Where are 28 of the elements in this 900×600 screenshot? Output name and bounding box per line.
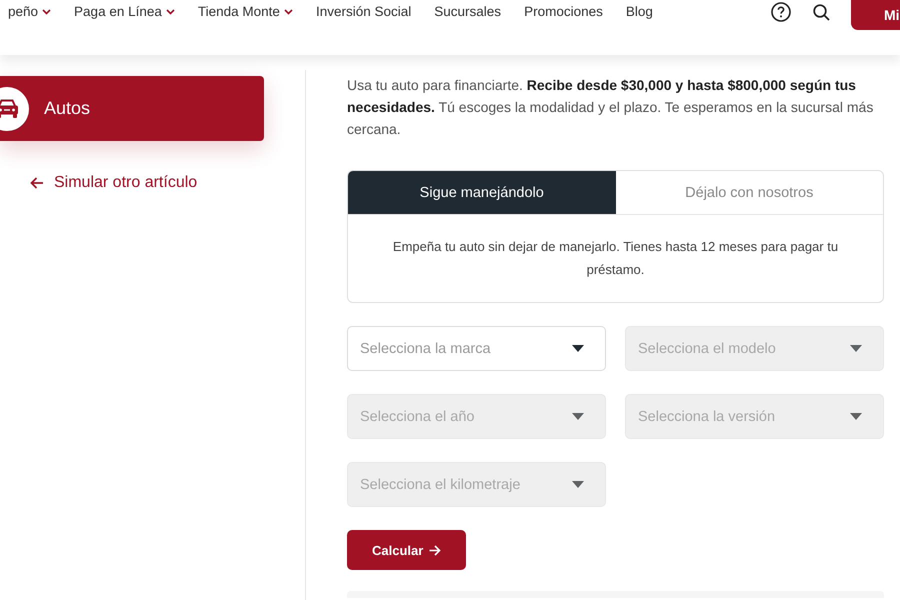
calculate-button[interactable]: Calcular xyxy=(347,530,466,570)
caret-down-icon xyxy=(572,413,584,420)
caret-down-icon xyxy=(572,481,584,488)
arrow-right-icon xyxy=(429,544,442,556)
account-button[interactable]: Mi xyxy=(851,0,900,30)
category-label: Autos xyxy=(44,98,90,119)
caret-down-icon xyxy=(850,413,862,420)
chevron-down-icon xyxy=(42,8,52,14)
nav-link[interactable]: Tienda Monte xyxy=(198,4,293,19)
nav-link[interactable]: Sucursales xyxy=(434,4,502,19)
category-card[interactable]: Autos xyxy=(0,76,264,141)
caret-down-icon xyxy=(572,345,584,352)
chevron-down-icon xyxy=(166,8,175,14)
arrow-left-icon xyxy=(30,177,44,189)
nav-link[interactable]: Promociones xyxy=(524,4,603,19)
caret-down-icon xyxy=(850,345,862,352)
car-icon xyxy=(0,86,29,130)
tab-description: Empeña tu auto sin dejar de manejarlo. Tienes hasta 12 meses para pagar tu préstamo. xyxy=(392,238,840,279)
chevron-down-icon xyxy=(284,8,293,14)
help-icon[interactable] xyxy=(771,2,791,22)
nav-link[interactable]: Blog xyxy=(626,4,653,19)
nav-link[interactable]: Paga en Línea xyxy=(74,4,175,19)
search-icon[interactable] xyxy=(813,4,830,21)
nav-link[interactable]: peño xyxy=(8,4,52,19)
back-link[interactable]: Simular otro artículo xyxy=(30,174,198,192)
intro-text: Usa tu auto para financiarte. Recibe desde $30,000 y hasta $800,000 según tus necesidades. Tú escoges la modalidad y el plazo. Te esperamos en la sucursal más cercana. xyxy=(347,76,874,139)
tab[interactable]: Sigue manejándolo xyxy=(348,171,616,214)
nav-link[interactable]: Inversión Social xyxy=(316,4,412,19)
